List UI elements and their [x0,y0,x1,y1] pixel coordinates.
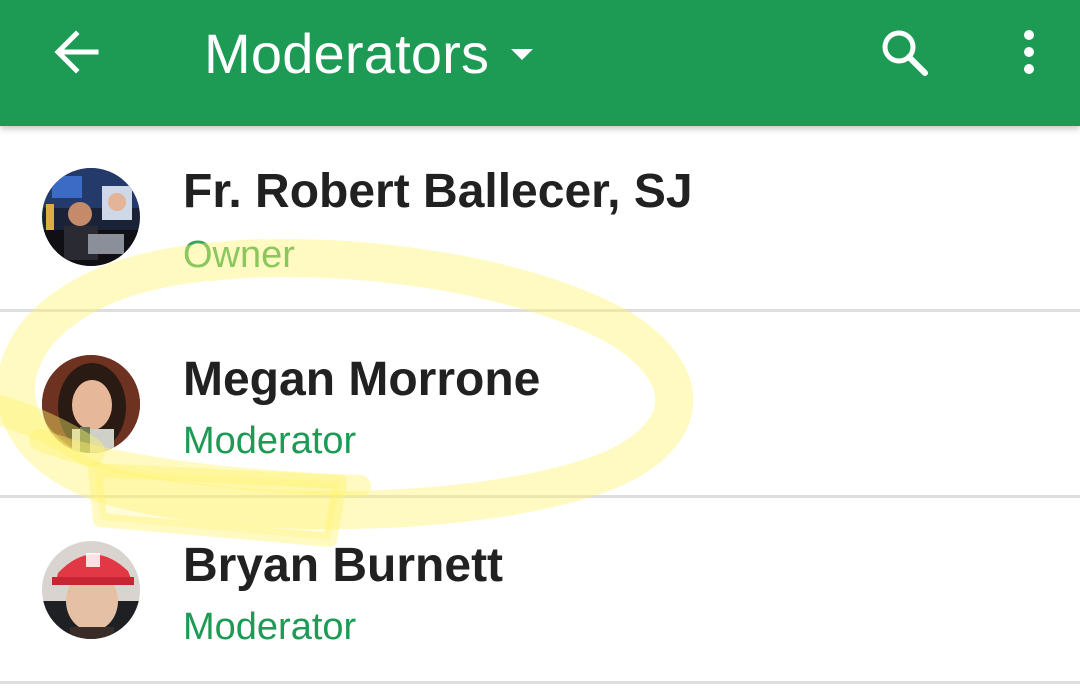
search-icon [882,30,928,76]
more-options-button[interactable] [1004,24,1054,80]
avatar [42,168,140,266]
page-title: Moderators [204,21,490,85]
member-role: Moderator [183,420,357,462]
member-name: Bryan Burnett [183,539,504,592]
member-name: Megan Morrone [183,353,541,406]
avatar [42,541,140,639]
moderator-list: Fr. Robert Ballecer, SJ Owner Megan Morr… [0,126,1080,684]
moderators-screen: Moderators Fr. Robert Ballecer, SJ Owner… [0,0,1080,696]
back-button[interactable] [46,26,106,78]
chevron-down-icon [511,49,534,61]
member-name: Fr. Robert Ballecer, SJ [183,165,693,218]
member-role: Moderator [183,606,357,648]
list-item[interactable]: Megan Morrone Moderator [0,312,1080,498]
title-dropdown[interactable]: Moderators [204,18,534,88]
avatar [42,355,140,453]
list-item[interactable]: Bryan Burnett Moderator [0,498,1080,684]
app-bar: Moderators [0,0,1080,126]
arrow-back-icon [54,30,99,74]
more-vert-icon [1024,30,1034,74]
search-button[interactable] [872,22,936,82]
member-role: Owner [183,234,295,276]
list-item[interactable]: Fr. Robert Ballecer, SJ Owner [0,126,1080,312]
